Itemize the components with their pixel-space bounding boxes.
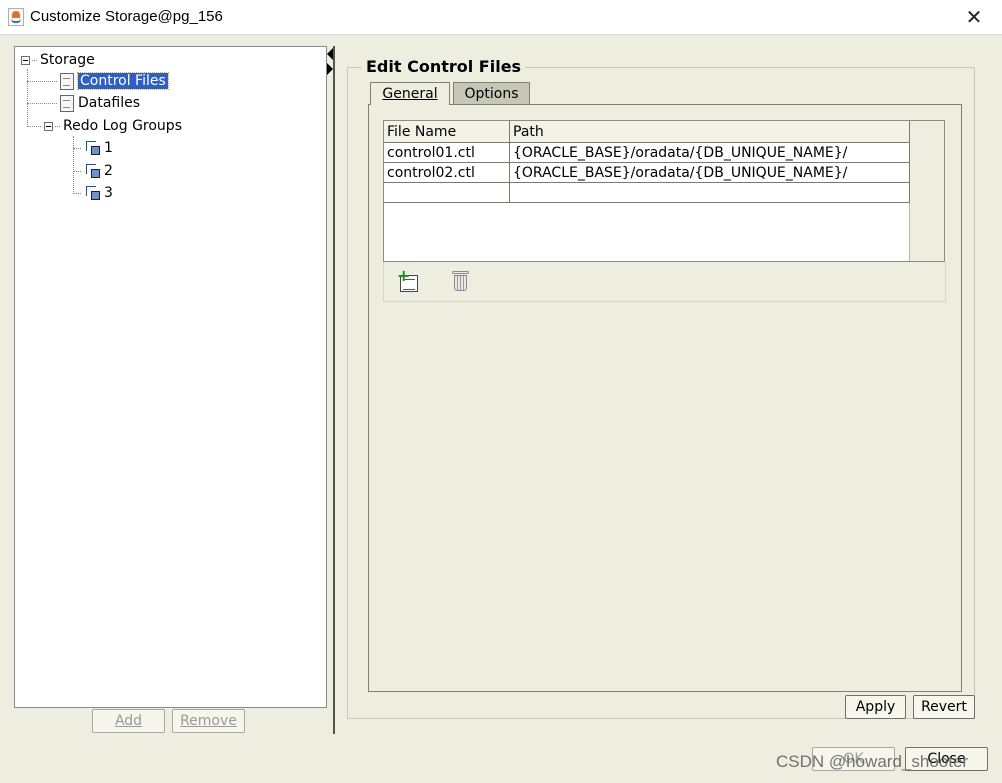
tree-node-group-2[interactable]: 2: [73, 161, 113, 181]
tree-node-datafiles[interactable]: Datafiles: [27, 93, 140, 113]
table-cell-file-name[interactable]: [384, 183, 510, 203]
tab-general-label: General: [382, 86, 438, 102]
tree-label-control-files: Control Files: [77, 72, 169, 90]
table-cell-path[interactable]: [510, 183, 910, 203]
tree-label-group-2: 2: [104, 163, 113, 179]
tab-options[interactable]: Options: [453, 82, 530, 104]
table-cell-path[interactable]: {ORACLE_BASE}/oradata/{DB_UNIQUE_NAME}/: [510, 163, 910, 183]
datafile-icon: [60, 94, 74, 112]
control-file-icon: [60, 72, 74, 90]
title-bar: Customize Storage@pg_156 ✕: [0, 0, 1002, 35]
tree-node-group-3[interactable]: 3: [73, 183, 113, 203]
table-cell-file-name[interactable]: control01.ctl: [384, 143, 510, 163]
collapse-toggle-icon[interactable]: [21, 55, 30, 65]
add-button-label: Add: [114, 713, 143, 729]
collapse-toggle-icon[interactable]: [44, 121, 53, 131]
tree-label-storage: Storage: [40, 52, 95, 68]
storage-tree: Storage Control Files Datafiles Redo Log…: [14, 46, 327, 708]
revert-button-label: Revert: [921, 699, 967, 715]
tab-options-label: Options: [464, 85, 519, 102]
column-header-path[interactable]: Path: [510, 121, 910, 143]
delete-icon[interactable]: [452, 270, 470, 292]
tree-label-datafiles: Datafiles: [78, 95, 141, 111]
remove-button[interactable]: Remove: [172, 709, 245, 733]
remove-button-label: Remove: [180, 713, 237, 729]
edit-section-title: Edit Control Files: [362, 57, 526, 76]
redo-log-group-icon: [84, 140, 102, 156]
watermark: CSDN @howard_shooter: [776, 752, 969, 771]
tree-node-group-1[interactable]: 1: [73, 138, 113, 158]
apply-button-label: Apply: [855, 699, 896, 715]
tree-node-redo-log-groups[interactable]: Redo Log Groups: [27, 116, 182, 136]
tree-label-group-3: 3: [104, 185, 113, 201]
table-cell-file-name[interactable]: control02.ctl: [384, 163, 510, 183]
control-files-table: File Name Path control01.ctl {ORACLE_BAS…: [383, 120, 945, 262]
window-title: Customize Storage@pg_156: [30, 8, 223, 25]
table-cell-path[interactable]: {ORACLE_BASE}/oradata/{DB_UNIQUE_NAME}/: [510, 143, 910, 163]
redo-log-group-icon: [84, 185, 102, 201]
apply-button[interactable]: Apply: [845, 695, 906, 719]
redo-log-group-icon: [84, 163, 102, 179]
revert-button[interactable]: Revert: [913, 695, 975, 719]
tree-label-redo-log-groups: Redo Log Groups: [63, 118, 182, 134]
tab-general[interactable]: General: [370, 82, 450, 105]
tree-label-group-1: 1: [104, 140, 113, 156]
column-header-file-name[interactable]: File Name: [384, 121, 510, 143]
tree-node-storage[interactable]: Storage: [21, 50, 95, 70]
add-row-icon[interactable]: +: [397, 268, 419, 292]
add-button[interactable]: Add: [92, 709, 165, 733]
tree-node-control-files[interactable]: Control Files: [27, 71, 169, 91]
window-close-button[interactable]: ✕: [954, 2, 994, 32]
java-app-icon: [8, 8, 24, 26]
splitter-bar[interactable]: [333, 46, 335, 734]
